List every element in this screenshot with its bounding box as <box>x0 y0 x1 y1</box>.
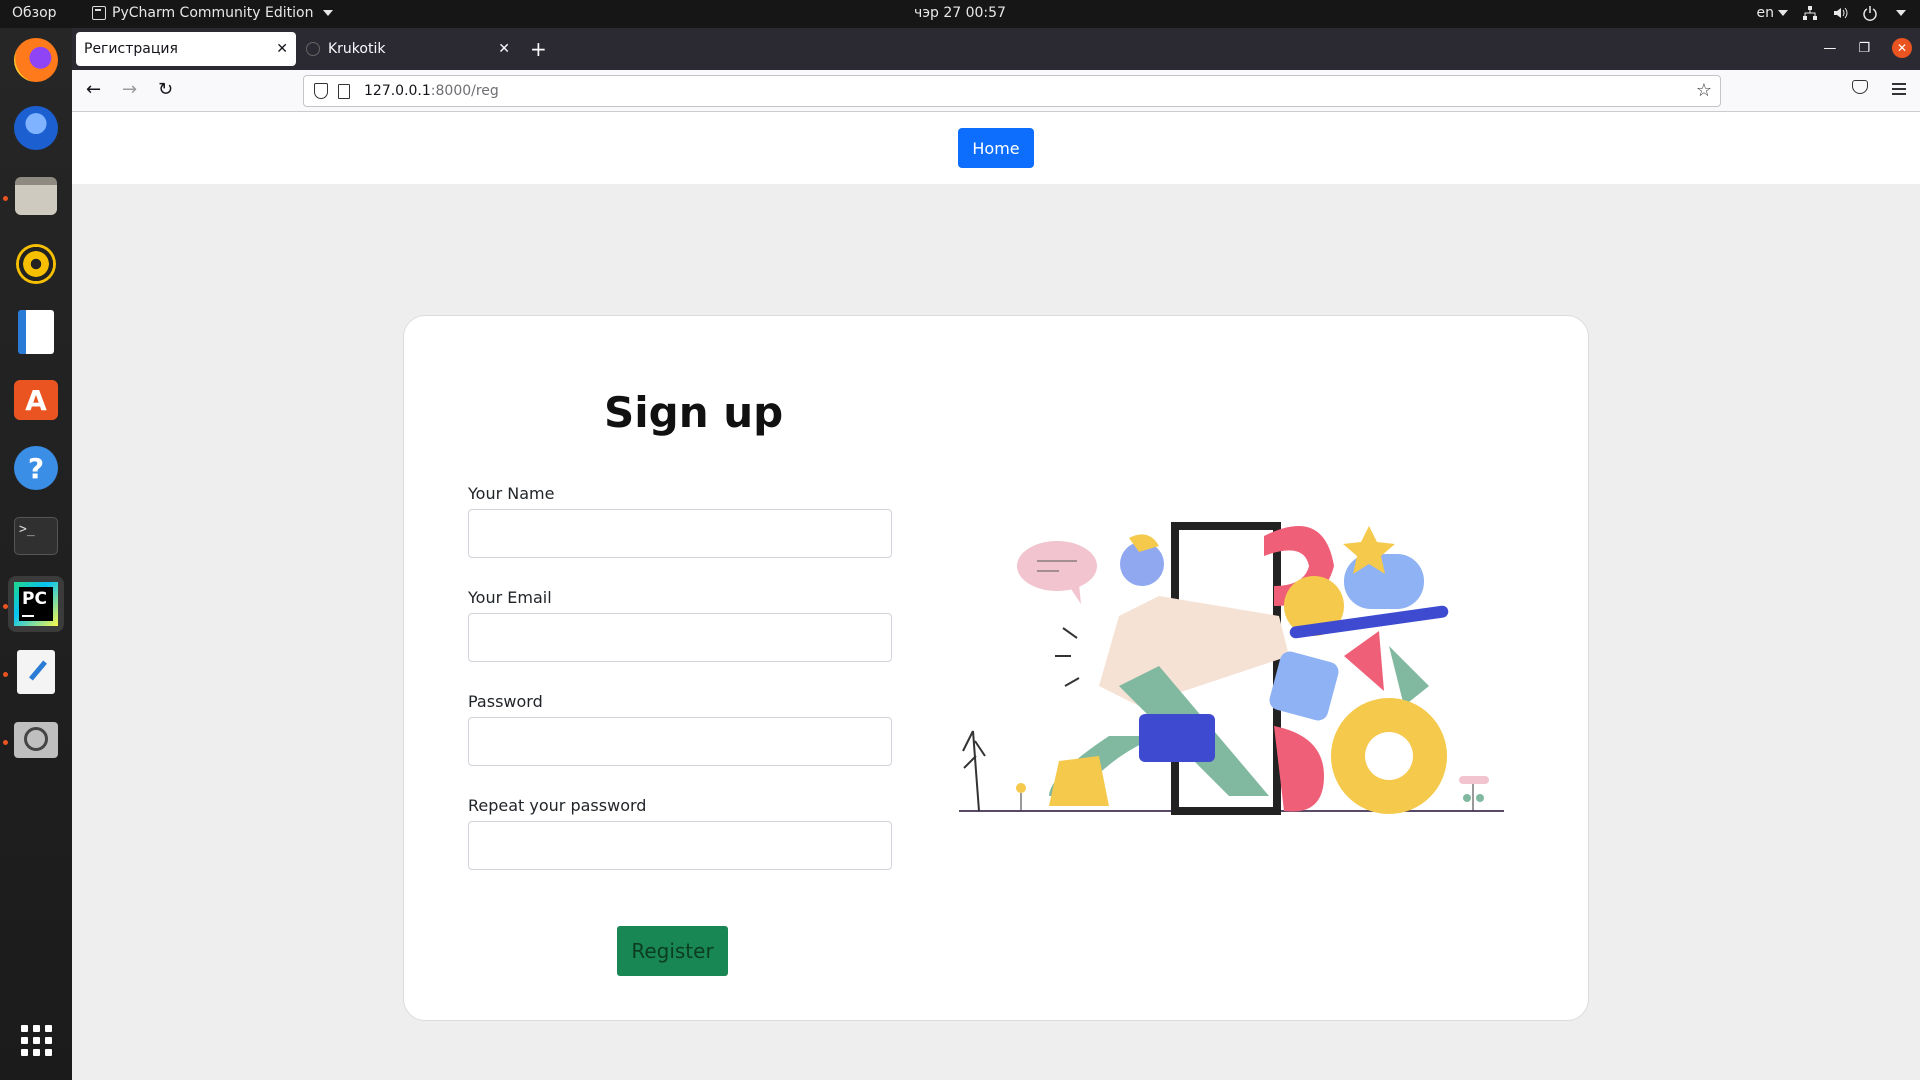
email-label: Your Email <box>468 588 552 607</box>
window-controls: — ❐ ✕ <box>1823 38 1912 58</box>
network-icon <box>1803 6 1817 20</box>
address-bar[interactable]: 127.0.0.1:8000/reg ☆ <box>303 75 1721 107</box>
libreoffice-writer-icon <box>18 310 54 354</box>
chevron-down-icon <box>1778 10 1788 16</box>
register-button[interactable]: Register <box>617 926 728 976</box>
chevron-down-icon <box>1896 10 1906 16</box>
rhythmbox-icon <box>16 244 56 284</box>
terminal-icon: >_ <box>14 517 58 555</box>
close-icon[interactable]: ✕ <box>498 41 510 57</box>
system-top-bar: Обзор PyCharm Community Edition чэр 27 0… <box>0 0 1920 28</box>
github-icon <box>306 42 320 56</box>
search-tool-icon <box>14 722 58 758</box>
url-path: :8000/reg <box>430 83 499 99</box>
app-menu-label: PyCharm Community Edition <box>112 5 314 21</box>
files-icon <box>15 177 57 215</box>
repeat-password-field[interactable] <box>468 821 892 870</box>
pycharm-window-icon <box>92 6 106 20</box>
signup-illustration <box>959 522 1504 815</box>
tab-label: Krukotik <box>328 41 386 57</box>
browser-navigation-bar: ← → ↻ 127.0.0.1:8000/reg ☆ <box>72 70 1920 112</box>
tab-registration[interactable]: Регистрация ✕ <box>76 32 296 66</box>
dock-software-store[interactable]: A <box>8 372 64 428</box>
repeat-password-label: Repeat your password <box>468 796 647 815</box>
dock-files[interactable] <box>8 168 64 224</box>
browser-tab-strip: Регистрация ✕ Krukotik ✕ + — ❐ ✕ <box>72 28 1920 70</box>
password-field[interactable] <box>468 717 892 766</box>
dock-rhythmbox[interactable] <box>8 236 64 292</box>
tab-krukotik[interactable]: Krukotik ✕ <box>298 32 518 66</box>
page-info-icon[interactable] <box>338 83 350 99</box>
page-content: Home Sign up Your Name Your Email Passwo… <box>72 112 1920 1080</box>
name-label: Your Name <box>468 484 555 503</box>
email-field[interactable] <box>468 613 892 662</box>
dock-firefox[interactable] <box>8 32 64 88</box>
clock[interactable]: чэр 27 00:57 <box>914 5 1006 21</box>
help-icon: ? <box>14 446 58 490</box>
home-button[interactable]: Home <box>958 128 1034 168</box>
tab-label: Регистрация <box>84 41 178 57</box>
name-field[interactable] <box>468 509 892 558</box>
dock: A ? >_ PC <box>0 28 72 1080</box>
hamburger-menu-icon[interactable] <box>1892 83 1906 98</box>
dock-help[interactable]: ? <box>8 440 64 496</box>
dock-thunderbird[interactable] <box>8 100 64 156</box>
software-store-icon: A <box>14 380 58 420</box>
show-applications-button[interactable] <box>8 1012 64 1068</box>
pocket-icon[interactable] <box>1852 80 1868 94</box>
app-grid-icon <box>20 1024 52 1056</box>
dock-search-tool[interactable] <box>8 712 64 768</box>
signup-card: Sign up Your Name Your Email Password Re… <box>403 315 1589 1021</box>
dock-terminal[interactable]: >_ <box>8 508 64 564</box>
system-tray[interactable]: en <box>1756 5 1906 21</box>
keyboard-layout[interactable]: en <box>1756 5 1788 21</box>
power-icon <box>1863 6 1877 21</box>
back-button[interactable]: ← <box>86 79 101 100</box>
reload-button[interactable]: ↻ <box>158 79 173 100</box>
thunderbird-icon <box>14 106 58 150</box>
keyboard-layout-label: en <box>1756 5 1775 21</box>
shield-icon[interactable] <box>314 83 328 99</box>
page-header: Home <box>72 112 1920 184</box>
dock-text-editor[interactable] <box>8 644 64 700</box>
pycharm-icon: PC <box>14 582 58 626</box>
text-editor-icon <box>17 650 55 694</box>
chevron-down-icon <box>323 10 334 16</box>
app-menu[interactable]: PyCharm Community Edition <box>92 5 334 21</box>
window-close-button[interactable]: ✕ <box>1892 38 1912 58</box>
firefox-icon <box>14 38 58 82</box>
password-label: Password <box>468 692 543 711</box>
bookmark-star-icon[interactable]: ☆ <box>1696 80 1712 101</box>
dock-writer[interactable] <box>8 304 64 360</box>
minimize-button[interactable]: — <box>1823 41 1836 56</box>
page-title: Sign up <box>604 388 784 437</box>
volume-icon <box>1834 7 1848 19</box>
activities-button[interactable]: Обзор <box>12 5 57 21</box>
dock-pycharm[interactable]: PC <box>8 576 64 632</box>
maximize-button[interactable]: ❐ <box>1858 41 1870 56</box>
forward-button[interactable]: → <box>122 79 137 100</box>
close-icon[interactable]: ✕ <box>276 41 288 57</box>
url-host: 127.0.0.1 <box>364 83 431 99</box>
new-tab-button[interactable]: + <box>530 37 547 61</box>
